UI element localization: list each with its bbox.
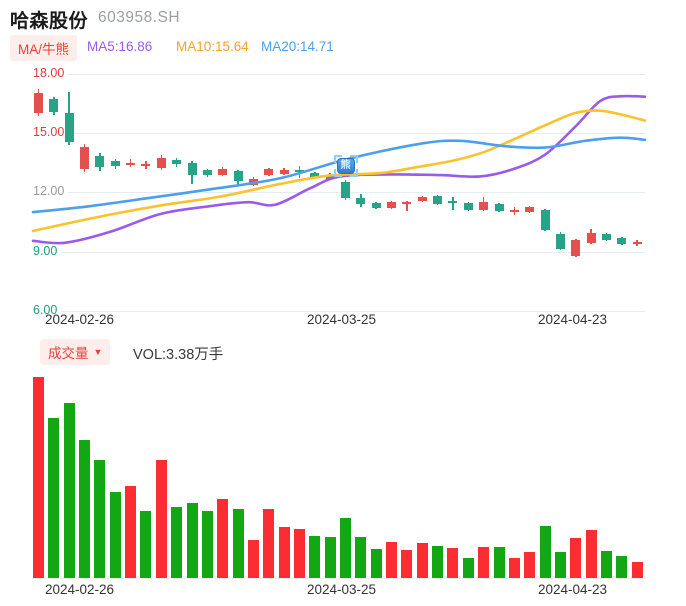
- date-label: 2024-03-25: [307, 582, 377, 597]
- volume-x-axis: 2024-02-26 2024-03-25 2024-04-23: [0, 0, 686, 606]
- date-label: 2024-04-23: [538, 582, 608, 597]
- date-label: 2024-02-26: [45, 582, 115, 597]
- stock-chart-page: 哈森股份 603958.SH MA/牛熊 MA5:16.86 MA10:15.6…: [0, 0, 686, 606]
